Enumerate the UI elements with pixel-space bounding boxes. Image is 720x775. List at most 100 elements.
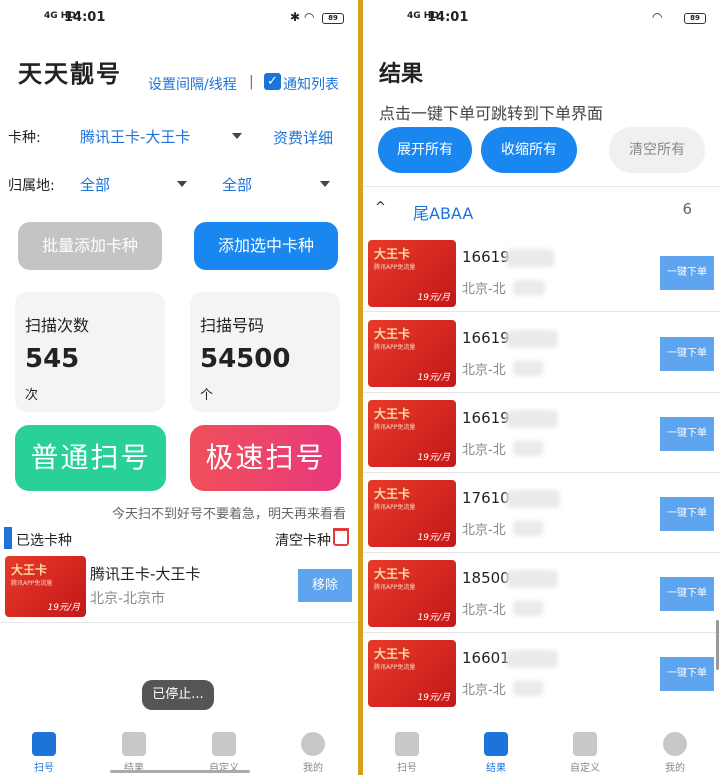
scan-count-card: 扫描次数 545 次 xyxy=(15,292,165,412)
province-select[interactable]: 全部 xyxy=(80,174,110,195)
order-button[interactable]: 一键下单 xyxy=(660,497,714,531)
scan-count-title: 扫描次数 xyxy=(25,316,90,335)
fast-scan-button[interactable]: 极速扫号 xyxy=(190,425,341,491)
list-item: 大王卡 腾讯APP免流量 19元/月 18500 北京-北 一键下单 xyxy=(363,553,720,633)
tab-results[interactable]: 结果 xyxy=(466,732,526,774)
phone-number: 18500 xyxy=(462,569,510,587)
card-thumbnail: 大王卡 腾讯APP免流量 19元/月 xyxy=(368,320,456,387)
city-select[interactable]: 全部 xyxy=(222,174,252,195)
scan-numbers-value: 54500 xyxy=(200,344,291,374)
selected-cards-header: 已选卡种 xyxy=(16,533,72,549)
tab-custom[interactable]: 自定义 xyxy=(194,732,254,774)
scan-icon xyxy=(395,732,419,756)
masked-digits xyxy=(506,490,560,508)
phone-number: 16619 xyxy=(462,329,510,347)
order-button[interactable]: 一键下单 xyxy=(660,337,714,371)
tab-bar: 扫号 结果 自定义 我的 xyxy=(0,722,358,775)
tab-scan[interactable]: 扫号 xyxy=(377,732,437,774)
tab-bar: 扫号 结果 自定义 我的 xyxy=(363,722,720,775)
batch-add-button[interactable]: 批量添加卡种 xyxy=(18,222,162,270)
selected-card-region: 北京-北京市 xyxy=(90,591,166,607)
card-thumbnail: 大王卡 腾讯APP免流量 19元/月 xyxy=(368,560,456,627)
number-region: 北京-北 xyxy=(462,282,506,297)
list-icon xyxy=(122,732,146,756)
region-label: 归属地: xyxy=(8,178,55,194)
tab-mine[interactable]: 我的 xyxy=(645,732,705,774)
order-button[interactable]: 一键下单 xyxy=(660,657,714,691)
list-item: 大王卡 腾讯APP免流量 19元/月 16619 北京-北 一键下单 xyxy=(363,232,720,312)
clear-all-button[interactable]: 清空所有 xyxy=(609,127,705,173)
scan-numbers-title: 扫描号码 xyxy=(200,316,265,335)
number-region: 北京-北 xyxy=(462,443,506,458)
toast: 已停止... xyxy=(142,680,214,710)
phone-number: 16619 xyxy=(462,409,510,427)
masked-digits xyxy=(506,330,558,348)
screenshot: 4G HD 14:01 ✱ ◠ 89 天天靓号 设置间隔/线程 | ✓ 通知列表… xyxy=(0,0,720,775)
scan-icon xyxy=(32,732,56,756)
edit-icon xyxy=(212,732,236,756)
order-button[interactable]: 一键下单 xyxy=(660,256,714,290)
notify-list-link[interactable]: 通知列表 xyxy=(283,74,339,94)
notify-checkbox[interactable]: ✓ xyxy=(264,73,281,90)
fee-detail-link[interactable]: 资费详细 xyxy=(273,127,333,148)
chevron-up-icon: ^ xyxy=(375,200,386,215)
chevron-down-icon[interactable] xyxy=(232,133,242,139)
chevron-down-icon[interactable] xyxy=(177,181,187,187)
app-title: 天天靓号 xyxy=(18,59,122,88)
card-type-label: 卡种: xyxy=(8,130,41,146)
trash-icon[interactable] xyxy=(333,528,349,546)
scan-numbers-card: 扫描号码 54500 个 xyxy=(190,292,340,412)
remove-button[interactable]: 移除 xyxy=(298,569,352,602)
battery-icon: 89 xyxy=(684,13,706,24)
results-screen: 4G HD 14:01 ◠ 89 结果 点击一键下单可跳转到下单界面 展开所有 … xyxy=(363,0,720,775)
status-bar: 4G HD 14:01 ✱ ◠ 89 xyxy=(0,8,358,28)
page-subtitle: 点击一键下单可跳转到下单界面 xyxy=(379,104,604,123)
masked-region xyxy=(513,521,543,536)
masked-digits xyxy=(506,410,558,428)
tip-text: 今天扫不到好号不要着急，明天再来看看 xyxy=(112,507,347,522)
group-header[interactable]: ^ 尾ABAA 6 xyxy=(363,188,720,232)
expand-all-button[interactable]: 展开所有 xyxy=(378,127,472,173)
order-button[interactable]: 一键下单 xyxy=(660,417,714,451)
masked-digits xyxy=(506,249,554,267)
phone-number: 16619 xyxy=(462,248,510,266)
list-item: 大王卡 腾讯APP免流量 19元/月 16619 北京-北 一键下单 xyxy=(363,393,720,473)
page-title: 结果 xyxy=(379,61,424,87)
tab-scan[interactable]: 扫号 xyxy=(14,732,74,774)
scan-count-value: 545 xyxy=(25,344,80,374)
edit-icon xyxy=(573,732,597,756)
masked-region xyxy=(513,681,543,696)
list-item: 大王卡 腾讯APP免流量 19元/月 17610 北京-北 一键下单 xyxy=(363,473,720,553)
phone-number: 16601 xyxy=(462,649,510,667)
selected-card-name: 腾讯王卡-大王卡 xyxy=(90,565,201,583)
scrollbar[interactable] xyxy=(716,620,719,670)
masked-region xyxy=(513,361,543,376)
masked-region xyxy=(513,601,543,616)
normal-scan-button[interactable]: 普通扫号 xyxy=(15,425,166,491)
clock: 14:01 xyxy=(64,10,106,25)
status-bar: 4G HD 14:01 ◠ 89 xyxy=(363,8,720,28)
person-icon xyxy=(301,732,325,756)
masked-region xyxy=(513,441,543,456)
tab-mine[interactable]: 我的 xyxy=(283,732,343,774)
masked-digits xyxy=(506,570,558,588)
wifi-icon: ◠ xyxy=(304,10,315,24)
list-item: 大王卡 腾讯APP免流量 19元/月 16601 北京-北 一键下单 xyxy=(363,633,720,713)
separator: | xyxy=(249,74,254,90)
card-thumbnail: 大王卡 腾讯APP免流量 19元/月 xyxy=(368,480,456,547)
card-type-select[interactable]: 腾讯王卡-大王卡 xyxy=(80,126,190,147)
interval-settings-link[interactable]: 设置间隔/线程 xyxy=(148,74,237,94)
clear-cards-button[interactable]: 清空卡种 xyxy=(275,530,331,550)
phone-number: 17610 xyxy=(462,489,510,507)
wifi-icon: ◠ xyxy=(652,10,663,24)
divider xyxy=(0,622,358,623)
scan-count-unit: 次 xyxy=(25,388,39,403)
clock: 14:01 xyxy=(427,10,469,25)
collapse-all-button[interactable]: 收缩所有 xyxy=(481,127,577,173)
chevron-down-icon[interactable] xyxy=(320,181,330,187)
add-selected-button[interactable]: 添加选中卡种 xyxy=(194,222,338,270)
tab-custom[interactable]: 自定义 xyxy=(555,732,615,774)
order-button[interactable]: 一键下单 xyxy=(660,577,714,611)
number-region: 北京-北 xyxy=(462,683,506,698)
tab-results[interactable]: 结果 xyxy=(104,732,164,774)
